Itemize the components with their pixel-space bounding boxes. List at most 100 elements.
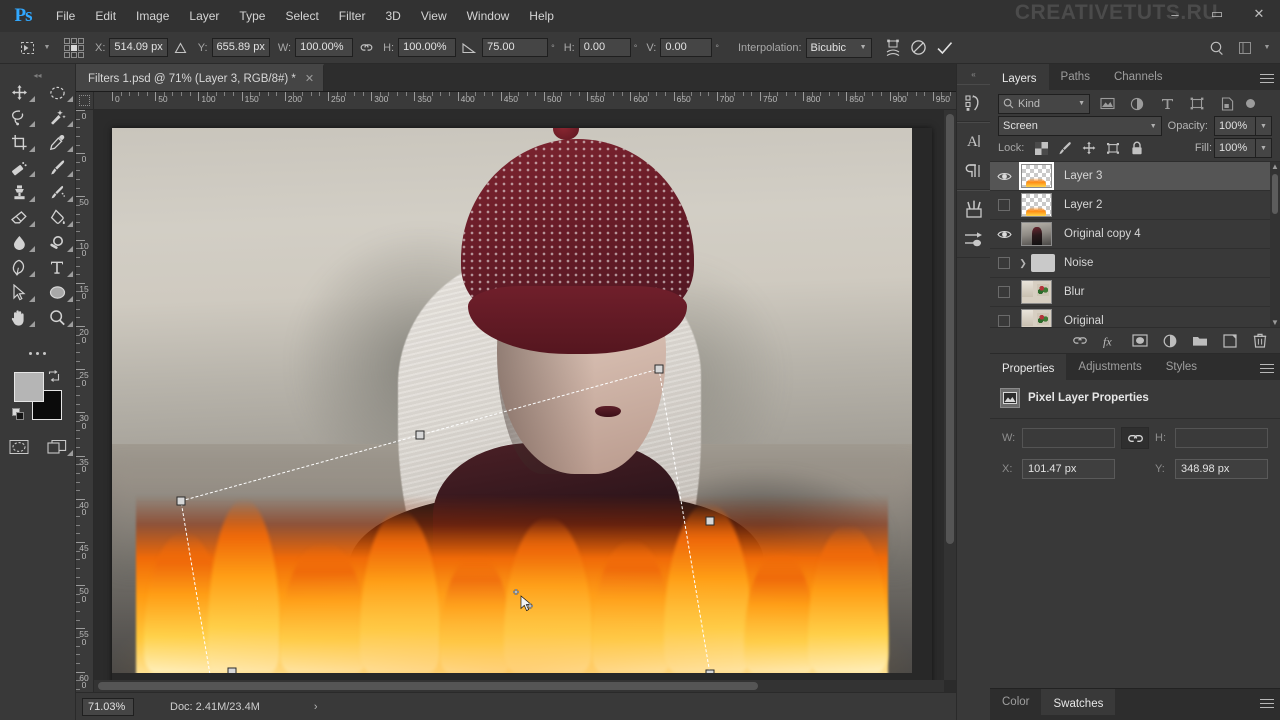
height-input[interactable]: 100.00%	[398, 38, 457, 57]
ruler-origin[interactable]	[76, 92, 94, 110]
horizontal-ruler[interactable]: 0 50 100 150 200 250 300 350 400 450 500 550 600 650 7…	[94, 92, 956, 110]
layer-name[interactable]: Original copy 4	[1056, 228, 1141, 240]
lock-all-icon[interactable]	[1126, 138, 1148, 158]
close-button[interactable]: ✕	[1238, 0, 1280, 28]
menu-type[interactable]: Type	[229, 0, 275, 32]
properties-y-input[interactable]: 348.98 px	[1175, 459, 1268, 479]
angle-input[interactable]: 75.00	[482, 38, 549, 57]
menu-view[interactable]: View	[411, 0, 457, 32]
tool-ellipse-tool[interactable]	[38, 280, 76, 305]
layer-name[interactable]: Noise	[1056, 257, 1093, 269]
tool-marquee-tool[interactable]	[38, 80, 76, 105]
character-panel-icon[interactable]: A	[957, 126, 990, 156]
chevron-right-icon[interactable]: ❯	[1016, 258, 1030, 269]
lock-image-pixels-icon[interactable]	[1054, 138, 1076, 158]
properties-width-input[interactable]	[1022, 428, 1115, 448]
shape-filter-icon[interactable]	[1184, 94, 1210, 114]
tab-properties[interactable]: Properties	[990, 354, 1067, 380]
document-tab[interactable]: Filters 1.psd @ 71% (Layer 3, RGB/8#) * …	[76, 64, 325, 91]
panel-menu-icon[interactable]	[1260, 71, 1274, 86]
tool-lasso-tool[interactable]	[0, 105, 38, 130]
vertical-ruler[interactable]: 0050100150200250300350400450500550600650…	[76, 110, 94, 692]
tool-clone-stamp-tool[interactable]	[0, 180, 38, 205]
reference-point-selector[interactable]	[63, 37, 85, 59]
menu-select[interactable]: Select	[275, 0, 328, 32]
foreground-color-swatch[interactable]	[14, 372, 44, 402]
y-input[interactable]: 655.89 px	[211, 38, 270, 57]
link-layers-button[interactable]	[1070, 331, 1090, 351]
properties-x-input[interactable]: 101.47 px	[1022, 459, 1115, 479]
filter-toggle-icon[interactable]	[1244, 94, 1256, 114]
layers-list[interactable]: Layer 3 Layer 2 Original copy 4 ❯ Noise …	[990, 162, 1280, 327]
cancel-transform-button[interactable]	[908, 37, 930, 59]
link-aspect-icon[interactable]	[355, 37, 377, 59]
layer-visibility-toggle[interactable]	[992, 229, 1016, 240]
layer-thumbnail[interactable]	[1016, 309, 1056, 327]
tab-color[interactable]: Color	[990, 689, 1041, 715]
tool-zoom-tool[interactable]	[38, 305, 76, 330]
tool-gradient-tool[interactable]	[38, 205, 76, 230]
tool-spot-healing-brush-tool[interactable]	[0, 155, 38, 180]
skew-v-input[interactable]: 0.00	[660, 38, 713, 57]
workspace-switcher-icon[interactable]	[1234, 37, 1256, 59]
width-input[interactable]: 100.00%	[295, 38, 354, 57]
panel-menu-icon[interactable]	[1260, 696, 1274, 711]
layer-name[interactable]: Original	[1056, 315, 1104, 327]
tool-history-brush-tool[interactable]	[38, 180, 76, 205]
smart-object-filter-icon[interactable]	[1214, 94, 1240, 114]
scrollbar-thumb[interactable]	[1272, 174, 1278, 214]
tool-preset-caret[interactable]: ▼	[40, 37, 54, 59]
tool-eyedropper-tool[interactable]	[38, 130, 76, 155]
layer-thumbnail[interactable]	[1016, 280, 1056, 304]
new-fill-adjustment-button[interactable]	[1160, 331, 1180, 351]
rail-collapse-icon[interactable]: «	[957, 64, 990, 84]
zoom-level-input[interactable]: 71.03%	[82, 697, 134, 716]
layer-thumbnail[interactable]	[1016, 222, 1056, 246]
type-filter-icon[interactable]	[1154, 94, 1180, 114]
new-layer-button[interactable]	[1220, 331, 1240, 351]
scroll-up-icon[interactable]: ▲	[1270, 162, 1280, 171]
menu-filter[interactable]: Filter	[329, 0, 376, 32]
search-icon[interactable]	[1206, 37, 1228, 59]
menu-file[interactable]: File	[46, 0, 85, 32]
layer-visibility-toggle[interactable]	[992, 315, 1016, 327]
pixel-filter-icon[interactable]	[1094, 94, 1120, 114]
tool-crop-tool[interactable]	[0, 130, 38, 155]
tool-hand-tool[interactable]	[0, 305, 38, 330]
layer-visibility-toggle[interactable]	[992, 171, 1016, 182]
layer-name[interactable]: Layer 2	[1056, 199, 1102, 211]
more-tools-icon[interactable]	[0, 342, 75, 364]
layer-visibility-toggle[interactable]	[992, 257, 1016, 269]
screen-mode-icon[interactable]	[38, 434, 76, 459]
tab-styles[interactable]: Styles	[1154, 354, 1209, 380]
scrollbar-thumb[interactable]	[946, 114, 954, 544]
menu-layer[interactable]: Layer	[179, 0, 229, 32]
skew-h-input[interactable]: 0.00	[578, 38, 631, 57]
layer-name[interactable]: Blur	[1056, 286, 1084, 298]
tool-eraser-tool[interactable]	[0, 205, 38, 230]
document-window[interactable]	[112, 128, 932, 680]
tab-adjustments[interactable]: Adjustments	[1066, 354, 1153, 380]
x-input[interactable]: 514.09 px	[109, 38, 168, 57]
interpolation-select[interactable]: Bicubic ▼	[805, 37, 872, 58]
opacity-input[interactable]: 100%	[1214, 116, 1256, 136]
menu-image[interactable]: Image	[126, 0, 179, 32]
fill-slider-chevron-icon[interactable]: ▼	[1256, 138, 1272, 158]
swap-colors-icon[interactable]	[48, 370, 60, 382]
layer-name[interactable]: Layer 3	[1056, 170, 1102, 182]
panel-menu-icon[interactable]	[1260, 361, 1274, 376]
scrollbar-thumb[interactable]	[98, 682, 758, 690]
layer-style-button[interactable]: fx	[1100, 331, 1120, 351]
layer-thumbnail[interactable]	[1016, 162, 1056, 190]
opacity-slider-chevron-icon[interactable]: ▼	[1256, 116, 1272, 136]
quick-mask-icon[interactable]	[0, 434, 38, 459]
close-icon[interactable]: ✕	[305, 72, 314, 85]
filter-kind-select[interactable]: Kind ▼	[998, 93, 1090, 114]
lock-position-icon[interactable]	[1078, 138, 1100, 158]
canvas-vertical-scrollbar[interactable]	[944, 110, 956, 680]
brush-presets-icon[interactable]	[957, 194, 990, 224]
layer-row[interactable]: Layer 3	[990, 162, 1280, 191]
lock-transparent-pixels-icon[interactable]	[1030, 138, 1052, 158]
commit-transform-button[interactable]	[934, 37, 956, 59]
tool-blur-tool[interactable]	[0, 230, 38, 255]
